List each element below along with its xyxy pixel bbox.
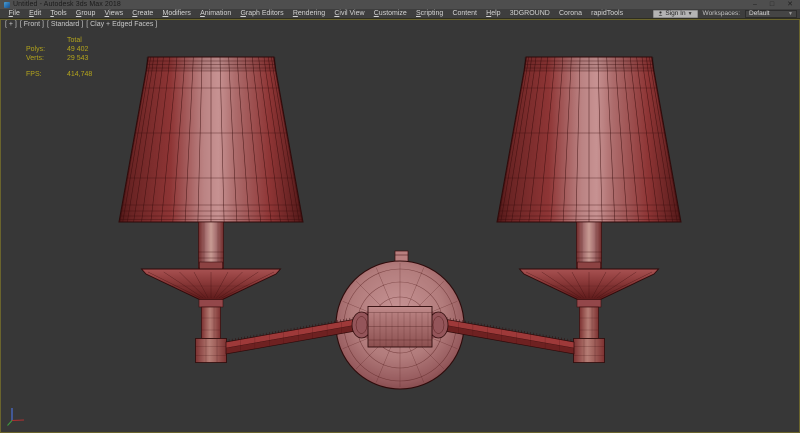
menu-item-rapidtools[interactable]: rapidTools: [587, 10, 628, 17]
viewport-general-menu[interactable]: [ + ]: [5, 21, 17, 28]
sign-in-label: Sign In: [665, 10, 685, 17]
stats-verts-value: 29 543: [67, 54, 88, 63]
menu-item-edit[interactable]: Edit: [24, 10, 45, 17]
world-axis-icon: [8, 408, 25, 426]
sconce-model[interactable]: [119, 57, 681, 389]
stats-verts: Verts:29 543: [26, 54, 92, 63]
workspace-value: Default: [749, 10, 770, 17]
left-lampshade[interactable]: [119, 57, 303, 222]
menu-item-customize[interactable]: Customize: [369, 10, 411, 17]
menu-item-graph-editors[interactable]: Graph Editors: [236, 10, 288, 17]
menu-item-modifiers[interactable]: Modifiers: [158, 10, 196, 17]
stats-polys-label: Polys:: [26, 45, 67, 54]
minimize-button[interactable]: –: [753, 0, 757, 9]
stats-polys-value: 49 402: [67, 45, 88, 54]
stats-total: Total: [26, 36, 92, 45]
menu-item-content[interactable]: Content: [448, 10, 482, 17]
menu-item-scripting[interactable]: Scripting: [411, 10, 447, 17]
left-elbow[interactable]: [196, 339, 227, 363]
menu-item-animation[interactable]: Animation: [196, 10, 236, 17]
stats-fps-label: FPS:: [26, 70, 67, 79]
menu-item-help[interactable]: Help: [482, 10, 506, 17]
left-stem[interactable]: [199, 300, 223, 339]
menu-item-3dground[interactable]: 3DGROUND: [505, 10, 554, 17]
stats-fps: FPS:414,748: [26, 70, 92, 79]
right-candle-tube[interactable]: [577, 222, 602, 268]
viewport-shading-menu[interactable]: [ Clay + Edged Faces ]: [86, 21, 157, 28]
menu-item-tools[interactable]: Tools: [46, 10, 72, 17]
chevron-down-icon: ▼: [788, 11, 793, 17]
main-menus: FileEditToolsGroupViewsCreateModifiersAn…: [4, 10, 628, 17]
statistics-readout: TotalPolys:49 402Verts:29 543FPS:414,748: [26, 36, 92, 79]
right-drip-tray[interactable]: [520, 262, 659, 300]
maximize-button[interactable]: □: [770, 0, 774, 9]
window-controls: – □ ✕: [753, 0, 796, 9]
viewport-standard-menu[interactable]: [ Standard ]: [47, 21, 83, 28]
workspaces-label: Workspaces:: [703, 10, 740, 17]
menu-item-civil-view[interactable]: Civil View: [330, 10, 369, 17]
left-candle-tube[interactable]: [199, 222, 224, 268]
close-button[interactable]: ✕: [787, 0, 793, 9]
right-lampshade[interactable]: [497, 57, 681, 222]
menu-bar: FileEditToolsGroupViewsCreateModifiersAn…: [0, 9, 800, 19]
stats-total-value: Total: [67, 36, 82, 45]
menu-item-group[interactable]: Group: [71, 10, 100, 17]
scene-canvas: [0, 19, 800, 433]
menu-item-create[interactable]: Create: [128, 10, 158, 17]
chevron-down-icon: ▼: [688, 11, 693, 17]
window-title: Untitled - Autodesk 3ds Max 2018: [13, 1, 121, 8]
stats-fps-value: 414,748: [67, 70, 92, 79]
stats-total-label: [26, 36, 67, 45]
menu-item-file[interactable]: File: [4, 10, 24, 17]
menu-item-rendering[interactable]: Rendering: [288, 10, 330, 17]
viewport-pov-menu[interactable]: [ Front ]: [20, 21, 44, 28]
stats-polys: Polys:49 402: [26, 45, 92, 54]
right-elbow[interactable]: [574, 339, 605, 363]
3dsmax-window: Untitled - Autodesk 3ds Max 2018 – □ ✕ F…: [0, 0, 800, 433]
workspace-dropdown[interactable]: Default ▼: [745, 10, 797, 18]
viewport[interactable]: [ + ][ Front ][ Standard ][ Clay + Edged…: [0, 19, 800, 433]
menu-item-corona[interactable]: Corona: [554, 10, 586, 17]
menubar-right: Sign In ▼ Workspaces: Default ▼: [653, 10, 800, 18]
3dsmax-app-icon: [4, 2, 10, 8]
stats-verts-label: Verts:: [26, 54, 67, 63]
title-bar: Untitled - Autodesk 3ds Max 2018 – □ ✕: [0, 0, 800, 9]
viewport-label-menus: [ + ][ Front ][ Standard ][ Clay + Edged…: [5, 21, 157, 28]
right-stem[interactable]: [577, 300, 601, 339]
left-drip-tray[interactable]: [142, 262, 281, 300]
person-icon: [658, 11, 663, 16]
sign-in-button[interactable]: Sign In ▼: [653, 10, 697, 18]
menu-item-views[interactable]: Views: [100, 10, 128, 17]
